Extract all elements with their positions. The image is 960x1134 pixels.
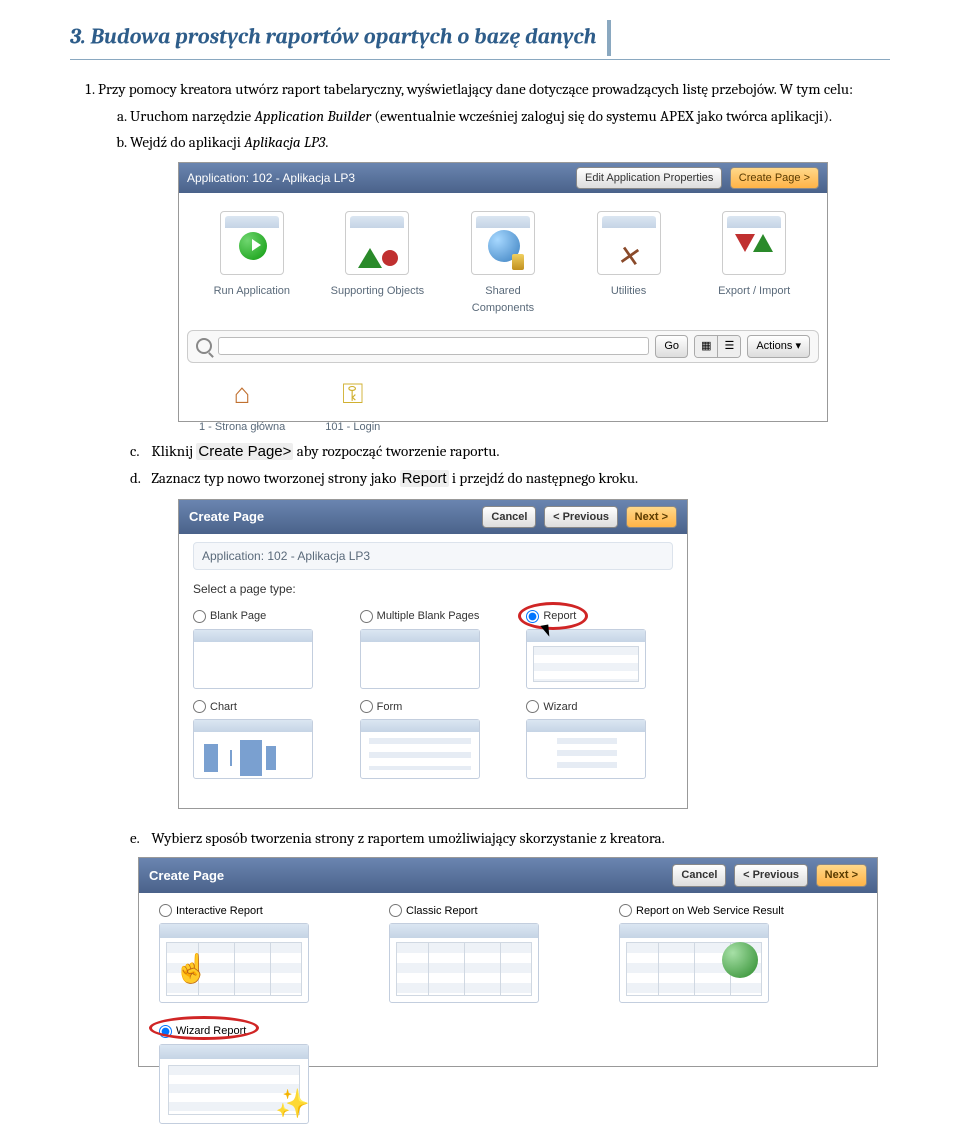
cancel-button[interactable]: Cancel <box>482 506 536 529</box>
next-button[interactable]: Next > <box>816 864 867 887</box>
page-tile-home[interactable]: ⌂ 1 - Strona główna <box>199 373 285 436</box>
app-builder-name: Application Builder <box>254 107 371 125</box>
step1-d: d. Zaznacz typ nowo tworzonej strony jak… <box>130 467 890 491</box>
screenshot-app-home: Application: 102 - Aplikacja LP3 Edit Ap… <box>178 162 828 422</box>
actions-button[interactable]: Actions ▾ <box>747 335 810 358</box>
screenshot-report-subtype: Create Page Cancel < Previous Next > Int… <box>138 857 878 1067</box>
option-form[interactable]: Form <box>360 699 507 780</box>
option-chart[interactable]: Chart <box>193 699 340 780</box>
screenshot-create-page-type: Create Page Cancel < Previous Next > App… <box>178 499 688 809</box>
previous-button[interactable]: < Previous <box>734 864 808 887</box>
radio-classic-report[interactable] <box>389 904 402 917</box>
radio-form[interactable] <box>360 700 373 713</box>
radio-report-webservice[interactable] <box>619 904 632 917</box>
next-button[interactable]: Next > <box>626 506 677 529</box>
section-heading: 3. Budowa prostych raportów opartych o b… <box>70 20 890 60</box>
wizard-subtitle: Application: 102 - Aplikacja LP3 <box>193 542 673 570</box>
search-icon <box>196 338 212 354</box>
radio-chart[interactable] <box>193 700 206 713</box>
option-wizard[interactable]: Wizard <box>526 699 673 780</box>
option-classic-report[interactable]: Classic Report <box>389 903 539 1004</box>
tile-label: Utilities <box>611 285 646 297</box>
step1-b: Wejdź do aplikacji Aplikacja LP3. <box>130 131 890 154</box>
tile-label: Run Application <box>214 285 290 297</box>
page-label: 1 - Strona główna <box>199 421 285 433</box>
breadcrumb: Application: 102 - Aplikacja LP3 <box>187 169 355 187</box>
globe-icon <box>722 942 758 978</box>
page-tile-login[interactable]: ⚿ 101 - Login <box>325 373 380 436</box>
tile-supporting-objects[interactable]: Supporting Objects <box>327 211 427 316</box>
radio-multiple-blank[interactable] <box>360 610 373 623</box>
report-type-label: Report <box>400 470 449 487</box>
option-report[interactable]: Report <box>526 608 673 689</box>
option-blank-page[interactable]: Blank Page <box>193 608 340 689</box>
grid-view-icon: ▦ <box>695 336 718 357</box>
step1-intro: Przy pomocy kreatora utwórz raport tabel… <box>98 80 853 98</box>
list-view-icon: ☰ <box>718 336 740 357</box>
step-1: Przy pomocy kreatora utwórz raport tabel… <box>98 78 890 1067</box>
previous-button[interactable]: < Previous <box>544 506 618 529</box>
view-toggle[interactable]: ▦☰ <box>694 335 741 358</box>
cancel-button[interactable]: Cancel <box>672 864 726 887</box>
tile-utilities[interactable]: Utilities <box>579 211 679 316</box>
wizard-title: Create Page <box>149 866 224 886</box>
tile-shared-components[interactable]: Shared Components <box>453 211 553 316</box>
section-title-text: 3. Budowa prostych raportów opartych o b… <box>70 23 596 49</box>
tile-run-application[interactable]: Run Application <box>202 211 302 316</box>
create-page-button[interactable]: Create Page > <box>730 167 819 190</box>
step1-c: c. Kliknij Create Page> aby rozpocząć tw… <box>130 440 890 464</box>
radio-interactive-report[interactable] <box>159 904 172 917</box>
tile-label: Supporting Objects <box>331 285 425 297</box>
option-multiple-blank-pages[interactable]: Multiple Blank Pages <box>360 608 507 689</box>
heading-accent <box>607 20 611 56</box>
search-input[interactable] <box>218 337 649 355</box>
go-button[interactable]: Go <box>655 335 688 358</box>
option-interactive-report[interactable]: Interactive Report ☝ <box>159 903 309 1004</box>
wizard-title: Create Page <box>189 507 264 527</box>
tile-label: Shared Components <box>472 285 534 314</box>
app-lp3-name: Aplikacja LP3 <box>244 133 325 151</box>
option-wizard-report-label: Wizard Report <box>176 1023 246 1040</box>
radio-blank-page[interactable] <box>193 610 206 623</box>
select-page-type-prompt: Select a page type: <box>193 580 673 598</box>
page-label: 101 - Login <box>325 421 380 433</box>
radio-wizard[interactable] <box>526 700 539 713</box>
option-report-web-service[interactable]: Report on Web Service Result <box>619 903 784 1004</box>
magic-wand-icon: ✨ <box>275 1083 310 1125</box>
edit-app-properties-button[interactable]: Edit Application Properties <box>576 167 722 190</box>
tile-export-import[interactable]: Export / Import <box>704 211 804 316</box>
key-icon: ⚿ <box>332 373 374 415</box>
create-page-label: Create Page> <box>196 443 293 460</box>
radio-wizard-report[interactable] <box>159 1025 172 1038</box>
radio-report[interactable] <box>526 610 539 623</box>
step1-e: e. Wybierz sposób tworzenia strony z rap… <box>130 827 890 850</box>
home-icon: ⌂ <box>221 373 263 415</box>
tile-label: Export / Import <box>718 285 790 297</box>
step1-a: Uruchom narzędzie Application Builder (e… <box>130 105 890 128</box>
pointer-hand-icon: ☝ <box>174 948 209 990</box>
